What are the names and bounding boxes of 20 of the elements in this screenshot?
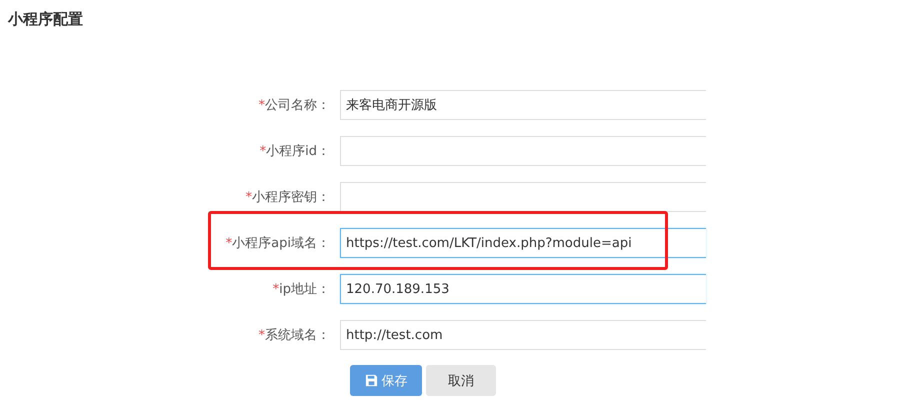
required-mark: *	[246, 190, 252, 204]
field-label: ip地址：	[279, 281, 330, 298]
input-field[interactable]: 来客电商开源版	[340, 90, 706, 120]
required-mark: *	[260, 144, 266, 158]
field-label: 小程序id：	[266, 143, 330, 160]
field-label: 小程序密钥：	[252, 189, 330, 206]
required-mark: *	[226, 236, 232, 250]
required-mark: *	[258, 328, 265, 342]
field-label: 小程序api域名：	[232, 235, 330, 252]
field-label: 公司名称：	[265, 97, 330, 114]
page-title: 小程序配置	[6, 9, 84, 30]
field-label: 系统域名：	[265, 327, 330, 344]
cancel-button[interactable]: 取消	[426, 365, 496, 396]
required-mark: *	[258, 98, 265, 112]
input-field[interactable]: 120.70.189.153	[340, 274, 706, 304]
input-field[interactable]	[340, 182, 706, 212]
input-field[interactable]: http://test.com	[340, 320, 706, 350]
required-mark: *	[272, 282, 280, 296]
input-field[interactable]: https://test.com/LKT/index.php?module=api	[340, 228, 706, 258]
input-field[interactable]	[340, 136, 706, 166]
